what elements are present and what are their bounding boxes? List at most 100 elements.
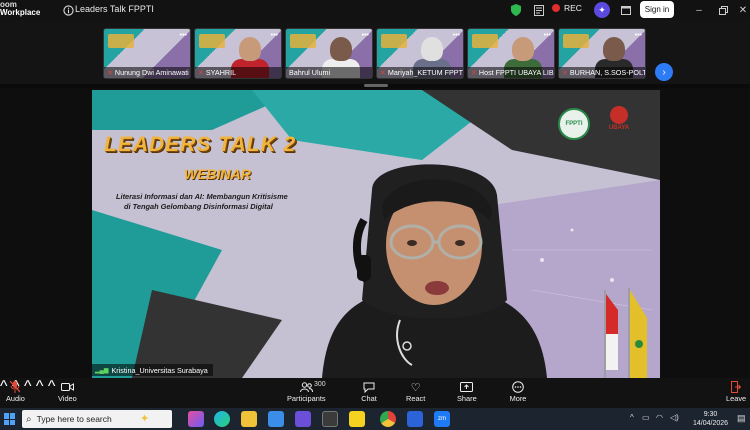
audio-button[interactable]: Audio (6, 380, 25, 403)
participant-tile[interactable]: ••• ✕ SYAHRIL (194, 28, 282, 79)
muted-mic-icon: ✕ (198, 69, 204, 77)
slide-thumbnail-logo (290, 34, 316, 48)
store-icon[interactable] (268, 411, 284, 427)
slide-thumbnail-logo (472, 34, 498, 48)
meeting-title: Leaders Talk FPPTI (75, 4, 154, 14)
slide-thumbnail-logo (563, 34, 589, 48)
share-button[interactable]: Share (457, 380, 477, 403)
participant-tile[interactable]: ••• Bahrul Ulumi (285, 28, 373, 79)
search-highlight-icon[interactable]: ✦ (140, 412, 154, 426)
more-options-icon[interactable]: ••• (453, 32, 460, 39)
participant-tile[interactable]: ••• ✕ BURHAN, S.SOS-POLTEK (558, 28, 646, 79)
notifications-icon[interactable]: ▤ (737, 413, 746, 424)
chat-label: Chat (361, 394, 377, 403)
active-speaker-video[interactable]: LEADERS TALK 2 WEBINAR Literasi Informas… (92, 90, 660, 378)
participants-options-chevron-icon[interactable]: ^ (24, 378, 32, 395)
participant-name: Mariyah_KETUM FPPTI (387, 68, 463, 77)
fppti-logo: FPPTI (558, 108, 590, 140)
share-label: Share (457, 394, 477, 403)
minimize-icon[interactable]: – (692, 3, 706, 17)
participant-name: Nunung Dwi Aminawati (114, 68, 189, 77)
speaker-name-bar: ▂▄▆ Kristina_Universitas Surabaya (92, 364, 213, 376)
sticky-notes-icon[interactable] (349, 411, 365, 427)
windows-start-icon[interactable] (4, 413, 16, 425)
shield-icon[interactable] (509, 3, 523, 17)
meeting-info-icon[interactable] (60, 2, 76, 18)
gallery-resize-handle[interactable] (364, 84, 388, 87)
participant-tile[interactable]: ••• ✕ Nunung Dwi Aminawati (103, 28, 191, 79)
network-icon[interactable]: ▭ (642, 413, 650, 422)
calendar-icon[interactable] (619, 3, 633, 17)
clock-time: 9:30 (703, 411, 718, 418)
speaker-figure (322, 164, 547, 378)
fppti-logo-text: FPPTI (565, 121, 583, 127)
participant-name: Host FPPTI UBAYA LIB (478, 68, 554, 77)
video-camera-icon (58, 380, 76, 394)
share-options-chevron-icon[interactable]: ^ (48, 378, 56, 395)
more-options-icon[interactable]: ••• (271, 32, 278, 39)
participant-name: BURHAN, S.SOS-POLTEK (569, 68, 645, 77)
heart-icon: ♡ (410, 381, 421, 394)
participant-face (512, 37, 534, 61)
zoom-app-icon[interactable]: zm (434, 411, 450, 427)
ubaya-logo-text: UBAYA (608, 125, 630, 131)
wifi-icon[interactable]: ◠ (656, 413, 663, 422)
close-icon[interactable]: ✕ (736, 3, 750, 17)
file-explorer-icon[interactable] (241, 411, 257, 427)
more-options-icon[interactable]: ••• (362, 32, 369, 39)
word-icon[interactable] (407, 411, 423, 427)
participant-name-bar: ✕ Mariyah_KETUM FPPTI (377, 67, 463, 78)
audio-label: Audio (6, 394, 25, 403)
participant-tile[interactable]: ••• ✕ Host FPPTI UBAYA LIB (467, 28, 555, 79)
chat-options-chevron-icon[interactable]: ^ (36, 378, 44, 395)
slide-thumbnail-logo (108, 34, 134, 48)
video-button[interactable]: Video (58, 380, 77, 403)
participant-tile[interactable]: ••• ✕ Mariyah_KETUM FPPTI (376, 28, 464, 79)
slide-thumbnail-logo (199, 34, 225, 48)
muted-mic-icon: ✕ (380, 69, 386, 77)
leave-button[interactable]: Leave (726, 380, 746, 403)
gallery-next-button[interactable]: › (655, 63, 673, 81)
more-options-icon[interactable]: ••• (180, 32, 187, 39)
more-options-icon[interactable]: ••• (544, 32, 551, 39)
slide-topic-line-2: di Tengah Gelombang Disinformasi Digital (124, 202, 273, 211)
participant-face (603, 37, 625, 61)
participant-name: SYAHRIL (205, 68, 237, 77)
ai-companion-icon[interactable]: ✦ (594, 2, 610, 18)
participant-name-bar: ✕ Nunung Dwi Aminawati (104, 67, 190, 78)
notes-icon[interactable] (532, 3, 546, 17)
snipping-tool-icon[interactable] (322, 411, 338, 427)
more-dots-icon (509, 380, 527, 394)
sign-in-button[interactable]: Sign in (640, 1, 674, 18)
participant-name: Bahrul Ulumi (289, 68, 331, 77)
edge-browser-icon[interactable] (214, 411, 230, 427)
taskbar-clock[interactable]: 9:30 14/04/2026 (693, 410, 728, 428)
react-button[interactable]: ♡ React (406, 380, 425, 404)
leave-door-icon (727, 380, 745, 394)
more-button[interactable]: More (509, 380, 527, 403)
video-label: Video (58, 394, 77, 403)
title-bar: oom Workplace Leaders Talk FPPTI REC ✦ S… (0, 0, 750, 20)
meeting-toolbar: Audio ^ Video ^ Participants ^ Chat ^ ♡ … (0, 378, 750, 408)
teams-icon[interactable] (295, 411, 311, 427)
participant-name-bar: ✕ SYAHRIL (195, 67, 281, 78)
institution-flag-icon (628, 288, 647, 378)
copilot-icon[interactable] (188, 411, 204, 427)
slide-topic-line-1: Literasi Informasi dan AI: Membangun Kri… (116, 192, 288, 201)
more-options-icon[interactable]: ••• (635, 32, 642, 39)
slide-webinar-label: WEBINAR (184, 166, 251, 182)
more-label: More (509, 394, 527, 403)
main-stage: LEADERS TALK 2 WEBINAR Literasi Informas… (0, 88, 750, 378)
recording-indicator[interactable]: REC (552, 3, 582, 13)
participant-name-bar: Bahrul Ulumi (286, 67, 372, 78)
participant-face (330, 37, 352, 61)
chat-button[interactable]: Chat (360, 380, 378, 403)
speaker-name: Kristina_Universitas Surabaya (111, 365, 208, 375)
chrome-browser-icon[interactable] (380, 411, 396, 427)
ubaya-emblem-icon (610, 106, 628, 124)
tray-chevron-up-icon[interactable]: ^ (630, 413, 634, 422)
restore-icon[interactable] (716, 3, 730, 17)
volume-icon[interactable]: ◁) (670, 413, 679, 422)
ubaya-logo: UBAYA (606, 106, 632, 136)
app-brand: oom Workplace (0, 0, 46, 20)
